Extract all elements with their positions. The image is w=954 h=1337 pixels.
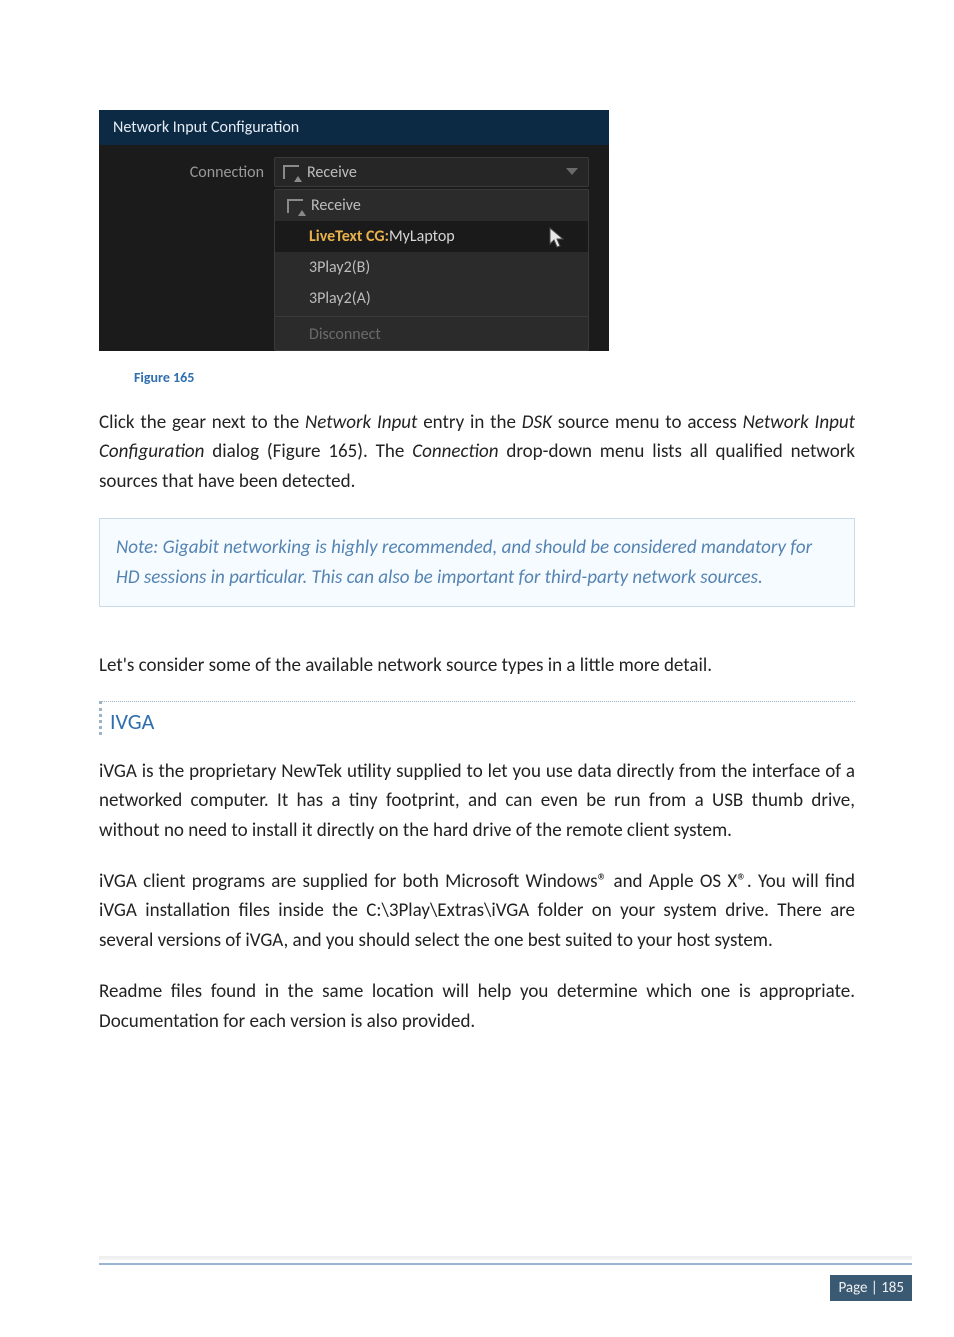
connection-label: Connection [99,163,274,182]
note-box: Note: Gigabit networking is highly recom… [99,518,855,607]
connection-selected: Receive [307,163,357,182]
option-prefix: LiveText CG: [309,227,389,246]
page-footer: Page | 185 [99,1256,912,1301]
dialog-title: Network Input Configuration [99,110,609,145]
option-3play2a[interactable]: 3Play2(A) [275,283,588,314]
option-label: 3Play2(A) [309,289,371,308]
paragraph-2: Let's consider some of the available net… [99,651,855,680]
network-input-config-dialog: Network Input Configuration Connection R… [99,110,609,351]
chevron-down-icon [566,168,578,175]
paragraph-1: Click the gear next to the Network Input… [99,408,855,496]
figure-caption: Figure 165 [134,369,855,386]
receive-icon [287,199,303,213]
receive-icon [283,165,299,179]
option-livetext[interactable]: LiveText CG: MyLaptop [275,221,588,252]
paragraph-5: Readme files found in the same location … [99,977,855,1036]
page-number: 185 [881,1279,904,1297]
paragraph-3: iVGA is the proprietary NewTek utility s… [99,757,855,845]
connection-dropdown[interactable]: Receive [274,157,589,187]
page-number-pill: Page | 185 [830,1275,912,1301]
paragraph-4: iVGA client programs are supplied for bo… [99,867,855,955]
option-suffix: MyLaptop [389,227,455,246]
option-label: Disconnect [309,325,381,344]
section-heading-ivga: IVGA [99,701,855,735]
option-3play2b[interactable]: 3Play2(B) [275,252,588,283]
option-label: 3Play2(B) [309,258,370,277]
connection-options-list: Receive LiveText CG: MyLaptop 3Play2(B) [274,189,589,351]
option-disconnect[interactable]: Disconnect [275,319,588,350]
option-label: Receive [311,196,361,215]
list-separator [275,316,588,317]
page-label: Page | [838,1279,881,1297]
cursor-icon [548,227,566,249]
option-receive[interactable]: Receive [275,190,588,221]
